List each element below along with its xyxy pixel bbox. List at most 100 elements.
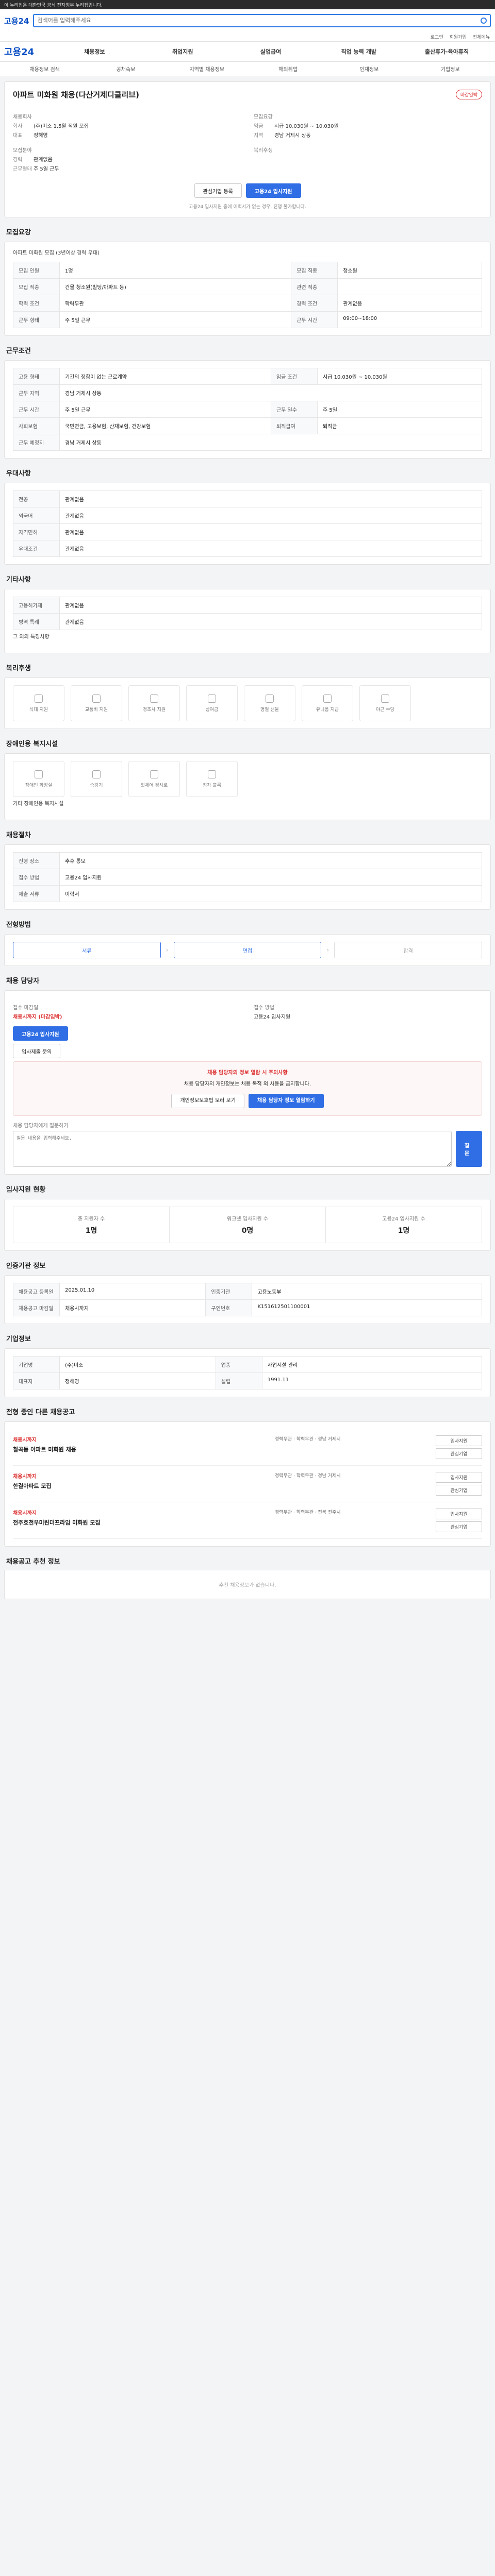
gnb-logo[interactable]: 고용24 xyxy=(4,45,51,58)
recruit-table: 모집 인원 1명 모집 직종 청소원 모집 직종 건물 청소원(빌딩/아파트 등) 관련 … xyxy=(13,262,482,328)
sub-nav: 채용정보 검색 공채속보 지역별 채용정보 해외취업 인재정보 기업정보 xyxy=(0,62,495,76)
related-apply-button[interactable]: 입사지원 xyxy=(436,1509,482,1519)
site-logo[interactable]: 고용24 xyxy=(4,15,29,26)
wheelchair-icon xyxy=(150,770,158,778)
money-icon xyxy=(208,694,216,703)
benefit-card: 식대 지원 교통비 지원 경조사 지원 상여금 명절 선물 유니폼 지급 야근 … xyxy=(4,677,491,729)
braille-icon xyxy=(208,770,216,778)
list-item[interactable]: 채용시까지 한결아파트 모집 경력무관 · 학력무관 · 경남 거제시 입사지원 관… xyxy=(13,1466,482,1502)
stat-item: 고용24 입사지원 수 1명 xyxy=(382,1216,425,1235)
question-submit-button[interactable]: 질문 xyxy=(455,1131,482,1167)
clock-icon xyxy=(381,694,389,703)
facility-item: 승강기 xyxy=(71,761,122,797)
welfare-grid: 식대 지원 교통비 지원 경조사 지원 상여금 명절 선물 유니폼 지급 야근 … xyxy=(13,685,482,721)
subnav-item[interactable]: 인재정보 xyxy=(328,65,409,73)
table-row: 고용허가제 관계없음 xyxy=(13,597,482,614)
chevron-right-icon: › xyxy=(326,946,329,954)
table-row: 제출 서류 이력서 xyxy=(13,885,482,902)
section-title-etc: 기타사항 xyxy=(6,576,31,584)
stat-item: 워크넷 입사지원 수 0명 xyxy=(170,1207,326,1243)
gnb-item-support[interactable]: 취업지원 xyxy=(139,47,227,56)
history-card: 채용공고 등록일 2025.01.10 인증기관 고용노동부 채용공고 마감일 채용시까… xyxy=(4,1275,491,1324)
welfare-label: 복리후생 xyxy=(254,148,273,154)
recommend-empty: 추천 채용정보가 없습니다. xyxy=(4,1570,491,1599)
gnb-item-jobs[interactable]: 채용정보 xyxy=(51,47,139,56)
proc-card: 전형 장소 추후 통보 접수 방법 고용24 입사지원 제출 서류 이력서 xyxy=(4,844,491,910)
etc-note: 그 외의 특징사항 xyxy=(13,634,50,640)
recruit-description: 아파트 미화원 모집 (3년이상 경력 우대) xyxy=(13,250,100,256)
disabled-grid: 장애인 화장실 승강기 휠체어 경사로 점자 블록 xyxy=(13,761,482,797)
pref-card: 전공 관계없음 외국어 관계없음 자격면허 관계없음 우대조건 관계없음 xyxy=(4,483,491,565)
table-row: 전공 관계없음 xyxy=(13,490,482,507)
table-row: 근무 예정지 경남 거제시 상동 xyxy=(13,434,482,451)
step-item: 면접 xyxy=(173,942,322,958)
section-title-pref: 우대사항 xyxy=(6,470,31,478)
welfare-item: 식대 지원 xyxy=(13,685,64,721)
table-row: 학력 조건 학력무관 경력 조건 관계없음 xyxy=(13,295,482,312)
table-row: 근무 지역 경남 거제시 상동 xyxy=(13,384,482,401)
period-label: 모집분야 xyxy=(13,148,32,154)
table-row: 채용공고 마감일 채용시까지 구인번호 K151612501100001 xyxy=(13,1299,482,1316)
favorite-button[interactable]: 관심기업 등록 xyxy=(194,183,242,198)
welfare-item: 교통비 지원 xyxy=(71,685,122,721)
search-box[interactable] xyxy=(33,14,491,27)
related-apply-button[interactable]: 입사지원 xyxy=(436,1472,482,1483)
welfare-item: 경조사 지원 xyxy=(128,685,180,721)
stats-row: 총 지원자 수 1명 워크넷 입사지원 수 0명 고용24 입사지원 수 1명 xyxy=(13,1207,482,1243)
job-title: 아파트 미화원 채용(다산거제디클리브) xyxy=(13,90,139,99)
search-input[interactable] xyxy=(37,18,481,24)
view-manager-button[interactable]: 채용 담당자 정보 열람하기 xyxy=(248,1094,324,1108)
related-favorite-button[interactable]: 관심기업 xyxy=(436,1485,482,1496)
signup-link[interactable]: 회원가입 xyxy=(450,33,467,40)
recruit-card: 아파트 미화원 모집 (3년이상 경력 우대) 모집 인원 1명 모집 직종 청소원 … xyxy=(4,242,491,336)
disabled-card: 장애인 화장실 승강기 휠체어 경사로 점자 블록 기타 장애인용 복지시설 xyxy=(4,753,491,820)
related-favorite-button[interactable]: 관심기업 xyxy=(436,1521,482,1532)
section-title-process: 전형방법 xyxy=(6,921,31,929)
table-row: 근무 형태 주 5일 근무 근무 시간 09:00~18:00 xyxy=(13,311,482,328)
subnav-item[interactable]: 기업정보 xyxy=(410,65,491,73)
manager-inquiry-button[interactable]: 입사제출 문의 xyxy=(13,1044,61,1058)
table-row: 모집 인원 1명 모집 직종 청소원 xyxy=(13,262,482,279)
search-icon[interactable] xyxy=(481,18,487,24)
list-item[interactable]: 채용시까지 철곡동 아파트 미화원 채용 경력무관 · 학력무관 · 경남 거제시… xyxy=(13,1429,482,1466)
table-row: 채용공고 등록일 2025.01.10 인증기관 고용노동부 xyxy=(13,1283,482,1300)
conditions-label: 모집요강 xyxy=(254,114,273,120)
related-favorite-button[interactable]: 관심기업 xyxy=(436,1448,482,1459)
header: 고용24 xyxy=(0,9,495,32)
all-menu-link[interactable]: 전체메뉴 xyxy=(473,33,490,40)
gnb-item-training[interactable]: 직업 능력 개발 xyxy=(315,47,403,56)
question-textarea[interactable] xyxy=(13,1131,452,1167)
table-row: 우대조건 관계없음 xyxy=(13,540,482,557)
privacy-law-button[interactable]: 개인정보보호법 보러 보기 xyxy=(171,1094,244,1108)
list-item[interactable]: 채용시까지 전주효천우미린더프라임 미화원 모집 경력무관 · 학력무관 · 전북… xyxy=(13,1502,482,1539)
apply-button[interactable]: 고용24 입사지원 xyxy=(245,183,301,198)
gnb-item-benefit[interactable]: 실업급여 xyxy=(227,47,315,56)
related-card: 채용시까지 철곡동 아파트 미화원 채용 경력무관 · 학력무관 · 경남 거제시… xyxy=(4,1421,491,1547)
privacy-warning: 채용 담당자의 정보 열람 시 주의사항 채용 담당자의 개인정보는 채용 목적… xyxy=(13,1061,482,1116)
job-title-row: 아파트 미화원 채용(다산거제디클리브) 마감임박 xyxy=(13,89,482,100)
facility-item: 장애인 화장실 xyxy=(13,761,64,797)
table-row: 전형 장소 추후 통보 xyxy=(13,852,482,869)
table-row: 병역 특례 관계없음 xyxy=(13,613,482,630)
bus-icon xyxy=(92,694,101,703)
login-link[interactable]: 로그인 xyxy=(431,33,443,40)
related-apply-button[interactable]: 입사지원 xyxy=(436,1435,482,1446)
table-row: 외국어 관계없음 xyxy=(13,507,482,524)
history-table: 채용공고 등록일 2025.01.10 인증기관 고용노동부 채용공고 마감일 채용시까… xyxy=(13,1283,482,1316)
work-table: 고용 형태 기간의 정함이 없는 근로계약 임금 조건 시급 10,030원 ~ 10… xyxy=(13,368,482,451)
toilet-icon xyxy=(35,770,43,778)
section-title-disabled: 장애인용 복지시설 xyxy=(6,740,58,748)
section-title-benefit: 복리후생 xyxy=(6,665,31,672)
subnav-item[interactable]: 해외취업 xyxy=(248,65,328,73)
table-row: 고용 형태 기간의 정함이 없는 근로계약 임금 조건 시급 10,030원 ~ 10… xyxy=(13,368,482,385)
global-nav: 고용24 채용정보 취업지원 실업급여 직업 능력 개발 출산휴가·육아휴직 xyxy=(0,41,495,62)
subnav-item[interactable]: 채용정보 검색 xyxy=(4,65,85,73)
gnb-item-leave[interactable]: 출산휴가·육아휴직 xyxy=(403,47,491,56)
step-item: 합격 xyxy=(334,942,483,958)
table-row: 사회보험 국민연금, 고용보험, 산재보험, 건강보험 퇴직급여 퇴직금 xyxy=(13,417,482,434)
gov-banner: 이 누리집은 대한민국 공식 전자정부 누리집입니다. xyxy=(0,0,495,9)
gift-icon xyxy=(150,694,158,703)
subnav-item[interactable]: 공채속보 xyxy=(85,65,166,73)
manager-apply-button[interactable]: 고용24 입사지원 xyxy=(13,1026,68,1041)
subnav-item[interactable]: 지역별 채용정보 xyxy=(167,65,248,73)
